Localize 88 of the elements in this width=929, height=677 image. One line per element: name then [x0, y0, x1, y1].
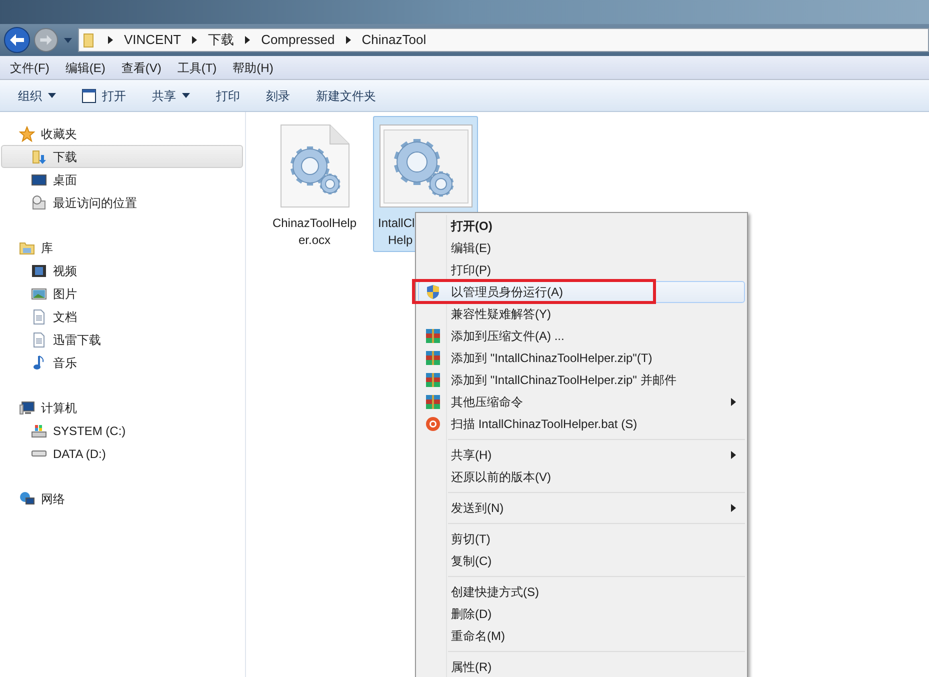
- nav-item[interactable]: 音乐: [1, 351, 243, 374]
- context-menu-item[interactable]: 打印(P): [418, 259, 745, 281]
- gear-window-icon: [378, 124, 472, 208]
- context-menu-item[interactable]: 剪切(T): [418, 528, 745, 550]
- breadcrumb-item[interactable]: 下载: [208, 30, 234, 50]
- shield-icon: [425, 284, 441, 300]
- breadcrumb-item[interactable]: ChinazTool: [362, 30, 426, 50]
- toolbar-button[interactable]: 打开: [82, 86, 126, 104]
- film-icon: [31, 262, 47, 278]
- archive-icon: [425, 394, 441, 410]
- file-item[interactable]: ChinazToolHelp er.ocx: [262, 116, 367, 252]
- drive-icon: [31, 450, 47, 457]
- window-icon: [82, 88, 96, 102]
- picture-icon: [31, 286, 47, 302]
- context-menu-item[interactable]: 创建快捷方式(S): [418, 581, 745, 603]
- gear-document-icon: [280, 124, 350, 208]
- nav-item[interactable]: 文档: [1, 305, 243, 328]
- nav-item[interactable]: 迅雷下载: [1, 328, 243, 351]
- nav-item[interactable]: DATA (D:): [1, 442, 243, 465]
- submenu-arrow-icon: [731, 398, 736, 406]
- forward-arrow-icon: [40, 35, 52, 45]
- menu-item[interactable]: 帮助(H): [232, 58, 274, 76]
- document-icon: [31, 308, 47, 324]
- library-folder-icon: [19, 240, 35, 256]
- history-dropdown[interactable]: [62, 38, 74, 42]
- toolbar-button[interactable]: 组织: [18, 86, 56, 104]
- network-icon: [19, 490, 35, 506]
- address-field[interactable]: VINCENT 下载 Compressed ChinazTool: [78, 28, 929, 52]
- breadcrumb-item[interactable]: VINCENT: [124, 30, 182, 50]
- context-menu-item[interactable]: 兼容性疑难解答(Y): [418, 303, 745, 325]
- file-name: er.ocx: [298, 232, 330, 249]
- menu-item[interactable]: 工具(T): [177, 58, 217, 76]
- desktop-icon: [31, 172, 47, 188]
- nav-group-header[interactable]: 网络: [0, 487, 243, 510]
- toolbar-button[interactable]: 刻录: [266, 86, 290, 104]
- submenu-arrow-icon: [731, 504, 736, 512]
- system-drive-icon: [31, 422, 47, 438]
- context-menu-item[interactable]: 发送到(N): [418, 497, 745, 519]
- context-menu-item[interactable]: 扫描 IntallChinazToolHelper.bat (S): [418, 413, 745, 435]
- chevron-icon: [107, 36, 114, 44]
- star-icon: [19, 126, 35, 142]
- forward-button[interactable]: [34, 28, 58, 52]
- submenu-arrow-icon: [731, 451, 736, 459]
- file-name: ChinazToolHelp: [272, 215, 357, 232]
- scan-icon: [425, 416, 441, 432]
- nav-item[interactable]: 下载: [1, 145, 243, 168]
- file-name: Help: [387, 232, 413, 249]
- toolbar-button[interactable]: 打印: [216, 86, 240, 104]
- context-menu-item[interactable]: 添加到 "IntallChinazToolHelper.zip"(T): [418, 347, 745, 369]
- nav-item[interactable]: 视频: [1, 259, 243, 282]
- nav-item[interactable]: 最近访问的位置: [1, 191, 243, 214]
- context-menu-item[interactable]: 其他压缩命令: [418, 391, 745, 413]
- toolbar-button[interactable]: 新建文件夹: [316, 86, 376, 104]
- nav-group-header[interactable]: 收藏夹: [0, 122, 243, 145]
- menu-item[interactable]: 编辑(E): [65, 58, 106, 76]
- archive-icon: [425, 328, 441, 344]
- download-folder-icon: [31, 148, 47, 164]
- nav-group-header[interactable]: 计算机: [0, 396, 243, 419]
- archive-icon: [425, 350, 441, 366]
- chevron-icon: [244, 36, 252, 44]
- nav-group-header[interactable]: 库: [0, 236, 243, 259]
- back-button[interactable]: [4, 27, 30, 53]
- nav-item[interactable]: 图片: [1, 282, 243, 305]
- context-menu-item[interactable]: 还原以前的版本(V): [418, 466, 745, 488]
- dropdown-caret-icon: [48, 93, 56, 98]
- menu-item[interactable]: 文件(F): [10, 58, 50, 76]
- breadcrumb-item[interactable]: Compressed: [261, 30, 335, 50]
- archive-icon: [425, 372, 441, 388]
- context-menu-item[interactable]: 共享(H): [418, 444, 745, 466]
- recent-places-icon: [31, 194, 47, 210]
- context-menu-item[interactable]: 复制(C): [418, 550, 745, 572]
- nav-item[interactable]: 桌面: [1, 168, 243, 191]
- dropdown-caret-icon: [182, 93, 190, 98]
- context-menu-item[interactable]: 重命名(M): [418, 625, 745, 647]
- computer-icon: [19, 400, 35, 416]
- context-menu-item[interactable]: 添加到压缩文件(A) ...: [418, 325, 745, 347]
- back-arrow-icon: [10, 34, 24, 46]
- caret-icon: [64, 38, 72, 42]
- chevron-icon: [344, 36, 352, 44]
- toolbar-button[interactable]: 共享: [152, 86, 190, 104]
- nav-item[interactable]: SYSTEM (C:): [1, 419, 243, 442]
- context-menu-item[interactable]: 添加到 "IntallChinazToolHelper.zip" 并邮件: [418, 369, 745, 391]
- menu-item[interactable]: 查看(V): [121, 58, 162, 76]
- context-menu-item[interactable]: 属性(R): [418, 656, 745, 677]
- chevron-icon: [191, 36, 198, 44]
- document-icon: [31, 332, 47, 348]
- context-menu-item[interactable]: 删除(D): [418, 603, 745, 625]
- file-name: IntallCl: [378, 215, 415, 232]
